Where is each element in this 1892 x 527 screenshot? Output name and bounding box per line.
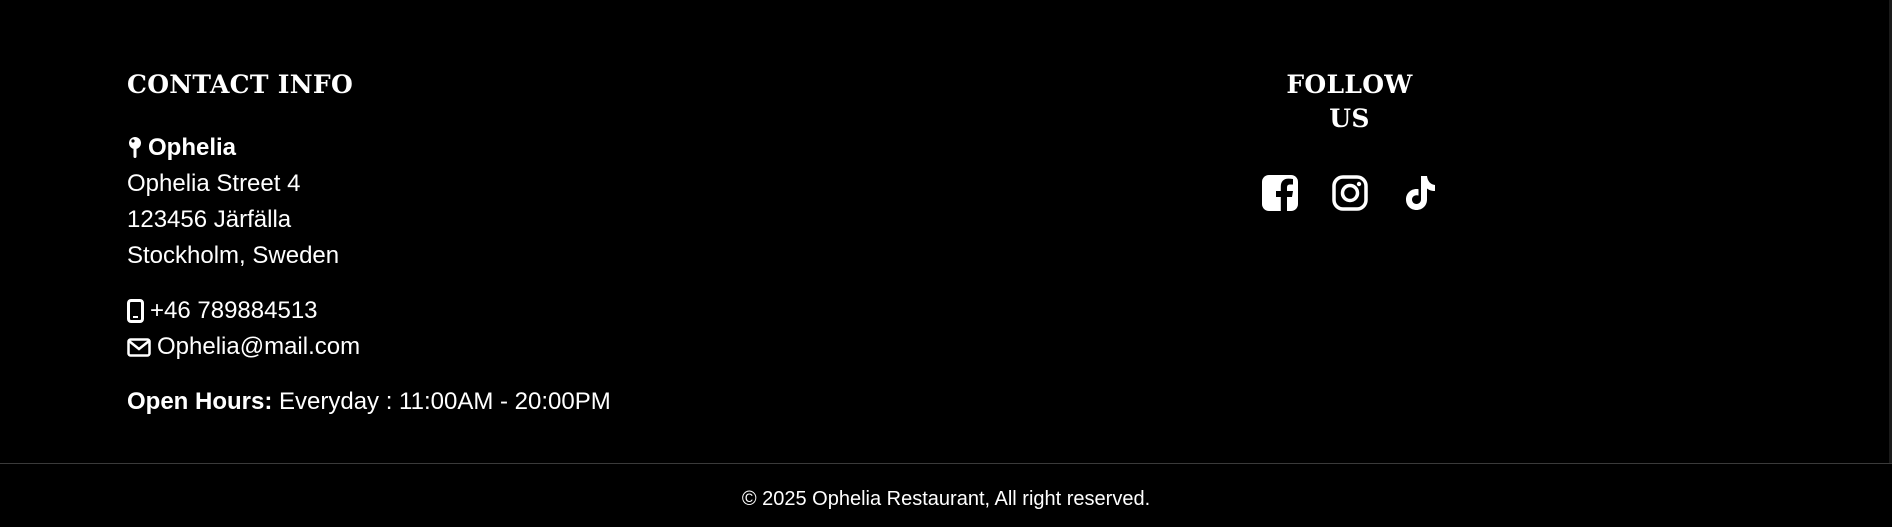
- instagram-link[interactable]: [1331, 174, 1369, 212]
- contact-info-section: CONTACT INFO Ophelia Ophelia Street 4 12…: [127, 68, 727, 420]
- open-hours-value: Everyday : 11:00AM - 20:00PM: [272, 388, 611, 415]
- copyright-text: © 2025 Ophelia Restaurant, All right res…: [741, 488, 1151, 510]
- email-line[interactable]: Ophelia@mail.com: [127, 329, 727, 365]
- email-address[interactable]: Ophelia@mail.com: [157, 329, 360, 365]
- tiktok-link[interactable]: [1401, 174, 1439, 212]
- street-address: Ophelia Street 4: [127, 170, 301, 197]
- contact-details: +46 789884513 Ophelia@mail.com: [127, 293, 727, 365]
- postal-address: 123456 Järfälla: [127, 206, 292, 233]
- restaurant-name-line: Ophelia: [127, 130, 727, 166]
- contact-info-title: CONTACT INFO: [127, 70, 354, 99]
- footer-divider: [0, 463, 1892, 464]
- map-pin-icon: [129, 137, 141, 158]
- tiktok-icon: [1405, 176, 1435, 210]
- site-footer: CONTACT INFO Ophelia Ophelia Street 4 12…: [0, 0, 1892, 527]
- facebook-icon: [1261, 175, 1298, 212]
- instagram-icon: [1331, 175, 1368, 211]
- follow-us-title: FOLLOW US: [1286, 70, 1413, 133]
- restaurant-name: Ophelia: [148, 134, 237, 161]
- follow-us-section: FOLLOW US: [1261, 68, 1439, 212]
- social-links: [1261, 174, 1439, 212]
- open-hours-label: Open Hours:: [127, 388, 273, 415]
- phone-line[interactable]: +46 789884513: [127, 293, 727, 329]
- phone-number[interactable]: +46 789884513: [150, 293, 318, 329]
- city-address: Stockholm, Sweden: [127, 242, 340, 269]
- facebook-link[interactable]: [1261, 174, 1299, 212]
- address-block: Ophelia Ophelia Street 4 123456 Järfälla…: [127, 130, 727, 274]
- mobile-phone-icon: [127, 299, 144, 323]
- open-hours: Open Hours: Everyday : 11:00AM - 20:00PM: [127, 384, 727, 420]
- envelope-icon: [127, 337, 151, 357]
